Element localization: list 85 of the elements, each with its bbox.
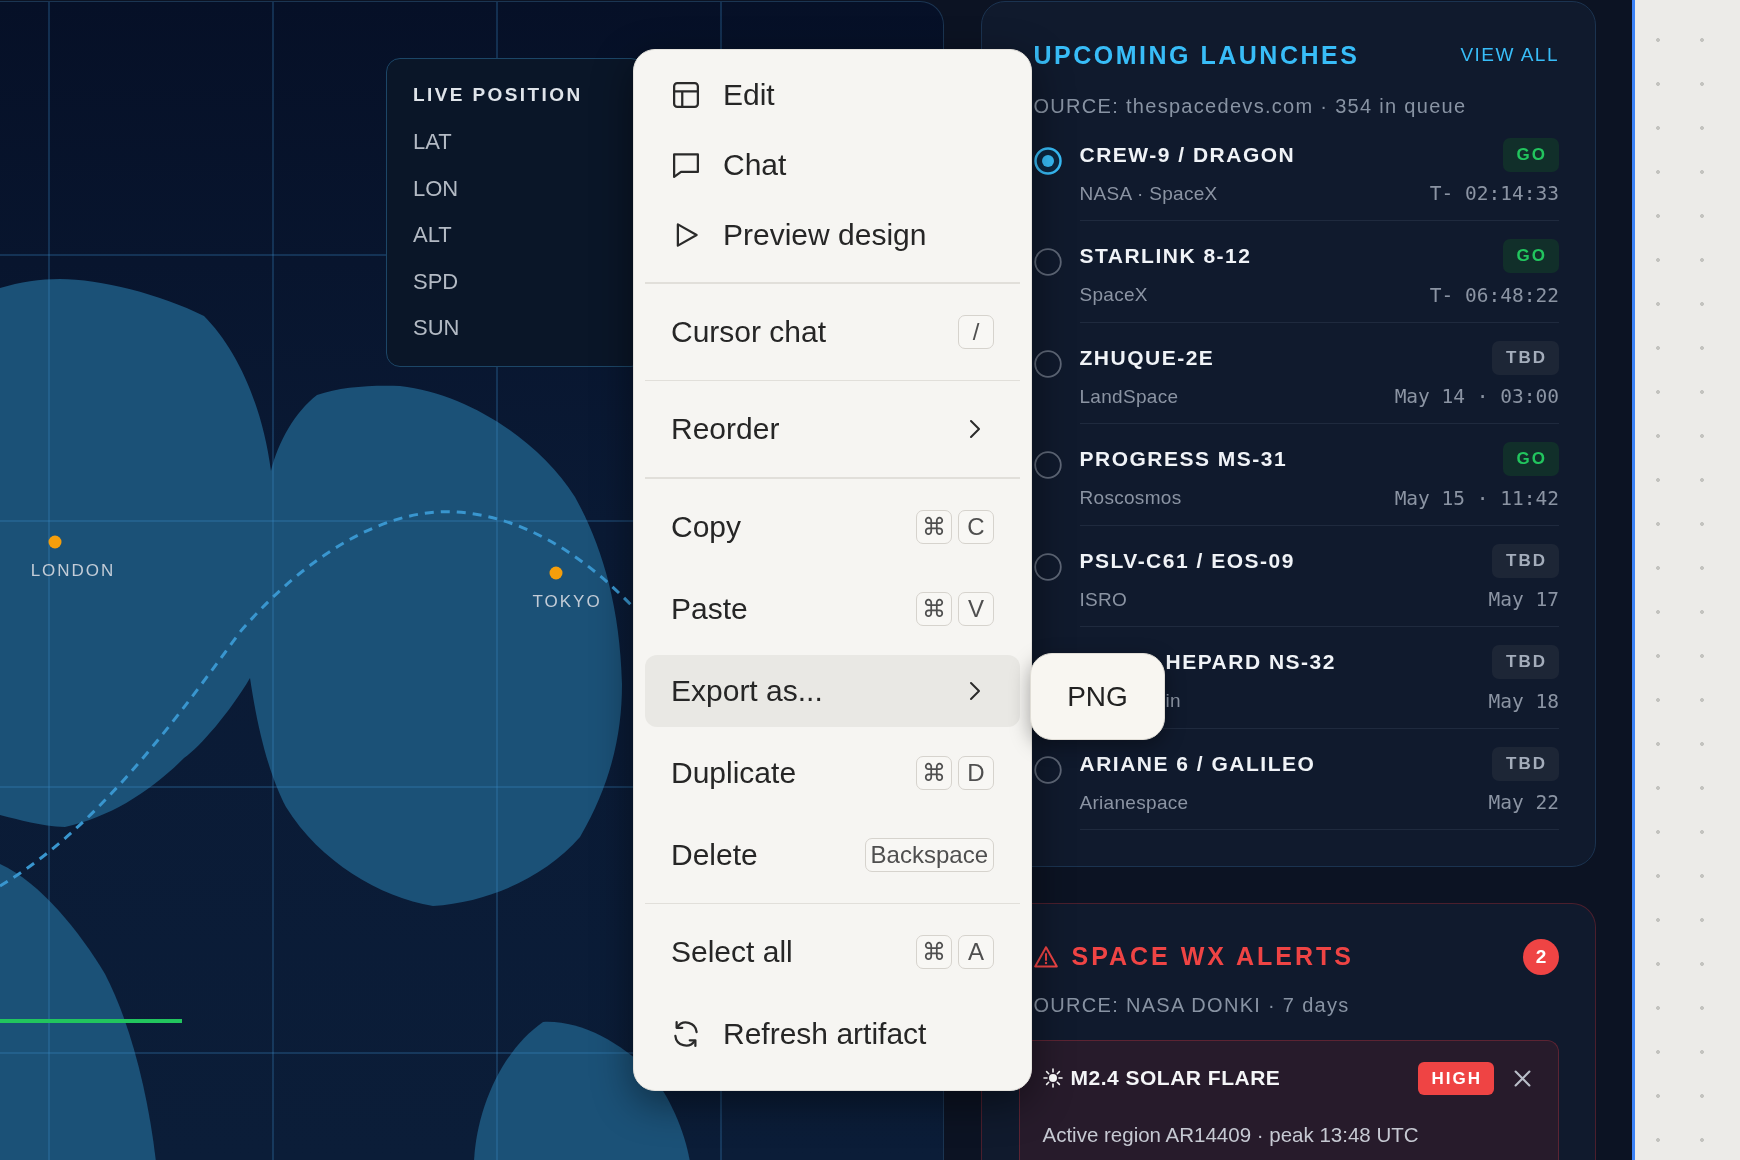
- status-badge: TBD: [1492, 645, 1559, 679]
- radio-button[interactable]: [1033, 248, 1062, 276]
- launch-name: HEPARD NS-32: [1165, 650, 1336, 674]
- field-label: ALT: [413, 221, 452, 249]
- launch-operator: ISRO: [1079, 588, 1128, 611]
- chevron-right-icon: [969, 680, 981, 701]
- refresh-icon: [671, 1019, 701, 1049]
- sun-icon: [1042, 1068, 1063, 1088]
- launch-time: T- 02:14:33: [1429, 182, 1559, 205]
- menu-item[interactable]: Duplicate ⌘ D: [645, 736, 1020, 809]
- status-badge: TBD: [1492, 746, 1559, 781]
- status-badge: GO: [1502, 442, 1559, 476]
- launch-operator: Roscosmos: [1079, 487, 1182, 509]
- launch-operator: LandSpace: [1079, 385, 1179, 408]
- radio-button[interactable]: [1033, 146, 1062, 175]
- city-marker-icon: [48, 535, 62, 549]
- keyboard-key: /: [958, 314, 994, 349]
- city-label: LONDON: [30, 561, 116, 581]
- alert-title: M2.4 SOLAR FLARE: [1070, 1066, 1281, 1090]
- view-all-link[interactable]: VIEW ALL: [1460, 41, 1559, 68]
- menu-item[interactable]: Select all ⌘ A: [645, 916, 1020, 988]
- keyboard-key: ⌘: [916, 755, 952, 790]
- radio-button[interactable]: [1033, 451, 1062, 479]
- launch-name: CREW-9 / DRAGON: [1079, 142, 1296, 167]
- menu-item[interactable]: Export as...: [645, 654, 1020, 727]
- radio-button[interactable]: [1033, 552, 1062, 581]
- menu-item[interactable]: Edit: [645, 60, 1020, 130]
- menu-item[interactable]: Delete Backspace: [645, 818, 1020, 891]
- keyboard-key: ⌘: [916, 935, 952, 969]
- menu-item[interactable]: Reorder: [645, 393, 1020, 465]
- radio-button[interactable]: [1033, 755, 1062, 784]
- warning-icon: [1033, 944, 1058, 969]
- launch-time: May 22: [1488, 791, 1559, 814]
- menu-item[interactable]: Cursor chat /: [645, 295, 1020, 368]
- keyboard-key: Backspace: [864, 837, 994, 872]
- launch-name: ARIANE 6 / GALILEO: [1079, 751, 1316, 776]
- submenu-item[interactable]: PNG: [1030, 653, 1165, 740]
- menu-item[interactable]: Refresh artifact: [645, 998, 1020, 1070]
- launch-name: STARLINK 8-12: [1079, 244, 1252, 268]
- keyboard-key: V: [958, 591, 994, 626]
- launch-time: May 17: [1488, 588, 1559, 611]
- menu-item[interactable]: Chat: [645, 130, 1020, 200]
- close-icon: [1514, 1069, 1531, 1087]
- radio-button[interactable]: [1033, 349, 1062, 378]
- close-button[interactable]: [1514, 1069, 1531, 1087]
- launch-time: May 18: [1488, 689, 1559, 713]
- status-badge: TBD: [1492, 543, 1559, 578]
- field-label: SPD: [413, 267, 459, 296]
- status-badge: GO: [1502, 239, 1559, 273]
- field-label: LAT: [413, 128, 452, 156]
- field-label: LON: [413, 174, 459, 203]
- keyboard-key: ⌘: [916, 509, 952, 544]
- source-text: OURCE: thespacedevs.com · 354 in queue: [1033, 93, 1468, 119]
- count-badge: 2: [1523, 938, 1559, 975]
- launch-time: May 15 · 11:42: [1394, 486, 1559, 510]
- speech-bubble-icon: [671, 150, 701, 180]
- panel-title: UPCOMING LAUNCHES: [1033, 39, 1360, 71]
- launch-time: T- 06:48:22: [1429, 283, 1559, 307]
- source-text: OURCE: NASA DONKI · 7 days: [1032, 992, 1351, 1018]
- chevron-right-icon: [969, 419, 981, 439]
- launch-operator: Arianespace: [1079, 791, 1189, 814]
- alert-text: Active region AR14409 · peak 13:48 UTC: [1042, 1122, 1420, 1148]
- launch-name: PROGRESS MS-31: [1079, 447, 1288, 471]
- launch-time: May 14 · 03:00: [1394, 385, 1559, 408]
- city-marker-icon: [549, 566, 563, 580]
- launch-name: PSLV-C61 / EOS-09: [1079, 548, 1295, 573]
- field-label: SUN: [413, 314, 460, 342]
- launch-operator: NASA · SpaceX: [1079, 182, 1218, 205]
- keyboard-key: D: [958, 755, 994, 790]
- keyboard-key: A: [958, 935, 994, 969]
- keyboard-key: ⌘: [916, 591, 952, 626]
- status-badge: TBD: [1492, 340, 1559, 375]
- severity-badge: HIGH: [1417, 1061, 1494, 1095]
- launch-name: ZHUQUE-2E: [1079, 345, 1215, 370]
- panel-title: SPACE WX ALERTS: [1071, 942, 1354, 971]
- city-label: TOKYO: [532, 592, 602, 612]
- panel-title: LIVE POSITION: [413, 83, 583, 107]
- menu-item[interactable]: Paste ⌘ V: [645, 572, 1020, 645]
- status-badge: GO: [1502, 137, 1559, 172]
- keyboard-key: C: [958, 509, 994, 544]
- layout-icon: [671, 80, 701, 110]
- menu-item[interactable]: Copy ⌘ C: [645, 490, 1020, 563]
- menu-item[interactable]: Preview design: [645, 200, 1020, 270]
- launch-operator: in: [1165, 690, 1181, 712]
- launch-operator: SpaceX: [1079, 284, 1148, 306]
